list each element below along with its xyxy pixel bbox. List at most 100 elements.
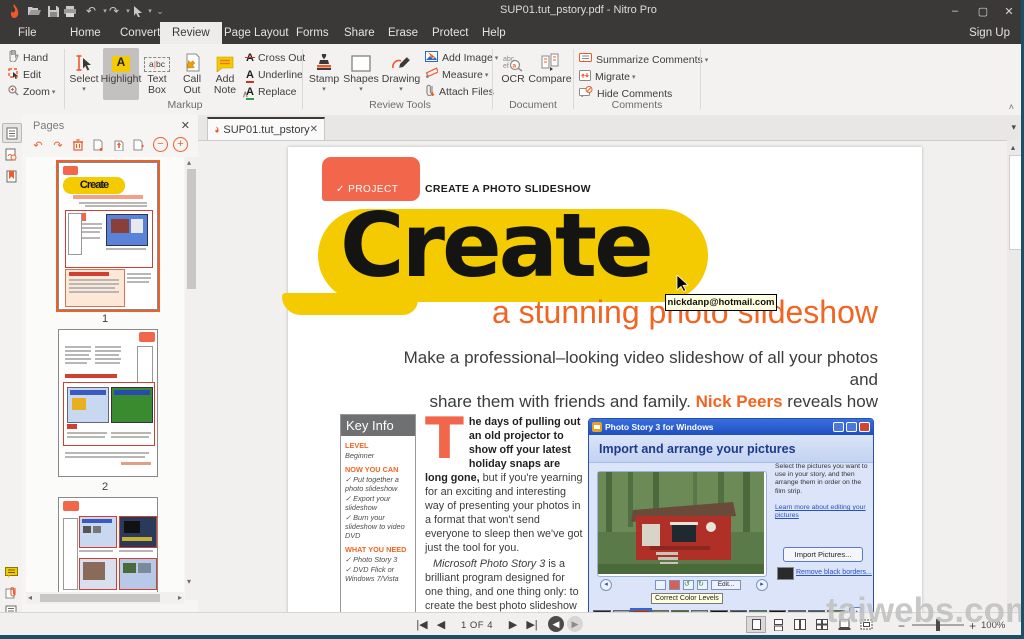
highlight-icon: A (112, 48, 130, 72)
quad-view-button[interactable] (812, 616, 832, 633)
close-button[interactable]: ✕ (996, 2, 1022, 20)
zoom-level-value: 100% (981, 620, 1005, 631)
save-icon[interactable] (45, 3, 61, 19)
red-eye-icon (669, 580, 680, 590)
add-image-button[interactable]: Add Image (425, 50, 498, 65)
remove-borders-icon (777, 567, 794, 580)
rotate-cw-icon: ↻ (697, 580, 708, 590)
bookmarks-panel-button[interactable] (2, 167, 20, 185)
edit-tool-button[interactable]: Edit (8, 67, 41, 82)
replace-page-icon[interactable] (130, 137, 146, 153)
thumbnail-zoom-in-icon[interactable]: + (173, 137, 188, 152)
delete-page-icon[interactable] (70, 137, 86, 153)
continuous-view-button[interactable] (768, 616, 788, 633)
drawing-icon (391, 48, 412, 72)
hand-icon (8, 50, 19, 65)
migrate-icon (579, 70, 591, 84)
call-out-button[interactable]: Call Out (175, 48, 209, 100)
previous-page-button[interactable]: ◀ (433, 617, 449, 632)
page-thumbnail-3[interactable] (58, 497, 158, 600)
summarize-comments-icon (579, 53, 592, 67)
facing-view-button[interactable] (790, 616, 810, 633)
open-file-icon[interactable] (26, 3, 42, 19)
previous-view-button[interactable]: ◀ (548, 616, 564, 632)
cross-out-icon: A (246, 52, 254, 64)
zoom-tool-button[interactable]: Zoom (8, 84, 55, 99)
nitro-doc-icon (214, 124, 219, 135)
drawing-button[interactable]: Drawing (381, 48, 421, 100)
attach-files-button[interactable]: Attach Files (425, 84, 494, 99)
color-levels-tooltip: Correct Color Levels (651, 593, 723, 604)
summarize-comments-button[interactable]: Summarize Comments (579, 52, 708, 67)
last-page-button[interactable]: ▶| (524, 617, 540, 632)
page-subtitle: a stunning photo slideshow (408, 294, 878, 331)
edit-icon (8, 68, 19, 82)
photo-story-app-icon (592, 422, 602, 432)
minimize-button[interactable]: – (942, 2, 968, 20)
maximize-button[interactable]: ▢ (970, 2, 996, 20)
print-icon[interactable] (62, 3, 78, 19)
insert-page-icon[interactable] (90, 137, 106, 153)
page-intro: Make a professional–looking video slides… (383, 347, 878, 413)
document-tab-close-icon[interactable]: ✕ (310, 124, 318, 135)
screenshot-photo-toolbar: ◂ ↺ ↻ Edit... ▸ (597, 579, 768, 591)
next-page-button[interactable]: ▶ (505, 617, 521, 632)
tab-list-dropdown-icon[interactable]: ▾ (1011, 122, 1016, 133)
pages-scrollbar-vertical[interactable]: ▴ ▾ (185, 157, 198, 600)
tab-home[interactable]: Home (58, 22, 113, 44)
tab-file[interactable]: File (6, 22, 49, 44)
fit-width-view-button[interactable] (834, 616, 854, 633)
scroll-down-icon: ▾ (187, 577, 191, 586)
replace-button[interactable]: ∧A Replace (246, 84, 296, 99)
text-box-button[interactable]: a|bc Text Box (141, 48, 173, 100)
hand-tool-button[interactable]: Hand (8, 50, 48, 65)
zoom-in-button[interactable]: + (969, 619, 976, 633)
pages-panel: Pages ✕ ↶ ↷ − + Create (22, 115, 198, 612)
call-out-icon (184, 48, 201, 72)
comments-panel-button[interactable] (2, 563, 20, 581)
cross-out-button[interactable]: A Cross Out (246, 50, 305, 65)
comment-bubble-icon (5, 567, 18, 578)
single-page-view-button[interactable] (746, 616, 766, 633)
underline-button[interactable]: A Underline (246, 67, 303, 82)
select-button[interactable]: Select (66, 48, 102, 100)
page-thumbnail-2[interactable] (58, 329, 158, 477)
zoom-out-button[interactable]: − (898, 619, 905, 633)
paperclip-icon (425, 84, 435, 100)
review-tools-group-label: Review Tools (330, 99, 470, 111)
extract-page-icon[interactable] (110, 137, 126, 153)
screenshot-maximize-icon (846, 422, 857, 432)
svg-text:ef: ef (503, 63, 509, 70)
shapes-button[interactable]: Shapes (341, 48, 381, 100)
rotate-page-right-icon[interactable]: ↷ (50, 137, 66, 153)
svg-text:a: a (513, 63, 517, 70)
rotate-page-left-icon[interactable]: ↶ (30, 137, 46, 153)
next-view-button[interactable]: ▶ (567, 616, 583, 632)
document-tab[interactable]: SUP01.tut_pstory ✕ (207, 117, 325, 140)
migrate-button[interactable]: Migrate (579, 69, 636, 84)
compare-button[interactable]: Compare (530, 48, 570, 100)
first-page-button[interactable]: |◀ (414, 617, 430, 632)
signatures-panel-button[interactable] (2, 145, 20, 163)
page-thumbnail-1[interactable]: Create (58, 162, 158, 310)
tab-help[interactable]: Help (470, 22, 518, 44)
ribbon: Hand Edit Zoom Select A Highlight a| (0, 44, 1024, 116)
highlight-button[interactable]: A Highlight (103, 48, 139, 100)
pages-panel-button[interactable] (2, 123, 22, 143)
markup-group-label: Markup (120, 99, 250, 111)
thumbnail-zoom-out-icon[interactable]: − (153, 137, 168, 152)
key-info-box: Key Info LEVEL Beginner NOW YOU CAN ✓ Pu… (340, 414, 416, 612)
pages-panel-close-icon[interactable]: ✕ (181, 119, 190, 132)
comments-group-label: Comments (592, 99, 682, 111)
fullscreen-view-button[interactable] (856, 616, 876, 633)
attachments-panel-button[interactable] (2, 583, 20, 601)
pages-scrollbar-horizontal[interactable]: ◂ ▸ (26, 592, 184, 604)
ocr-button[interactable]: abcefa OCR (496, 48, 530, 100)
zoom-slider-thumb[interactable] (936, 619, 940, 631)
sign-up-link[interactable]: Sign Up (969, 22, 1010, 44)
measure-button[interactable]: Measure (425, 67, 488, 82)
add-note-button[interactable]: Add Note (209, 48, 241, 100)
customize-toolbar-icon[interactable]: ⌄ (152, 3, 168, 19)
stamp-button[interactable]: Stamp (306, 48, 342, 100)
collapse-ribbon-icon[interactable]: ˄ (1009, 102, 1014, 112)
